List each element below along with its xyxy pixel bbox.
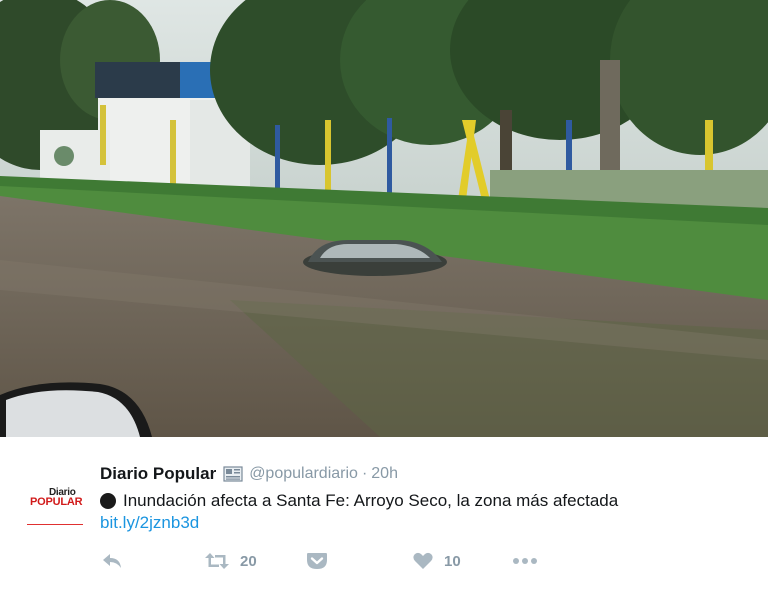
avatar-logo-text: POPULAR [30, 496, 83, 508]
reply-button[interactable] [100, 548, 124, 574]
tweet-link[interactable]: bit.ly/2jznb3d [100, 513, 199, 533]
tweet-header: Diario Popular @populardiario · 20h [100, 463, 398, 485]
reply-icon [103, 554, 121, 568]
retweet-count: 20 [240, 552, 257, 570]
pocket-icon [307, 553, 327, 569]
avatar[interactable]: Diario POPULAR [27, 487, 83, 531]
avatar-rule [27, 524, 83, 525]
tweet-text-line: Inundación afecta a Santa Fe: Arroyo Sec… [100, 489, 618, 513]
retweet-icon [205, 553, 229, 569]
newspaper-icon [223, 466, 243, 482]
like-count: 10 [444, 552, 461, 570]
more-button[interactable] [512, 548, 538, 574]
black-circle-icon [100, 493, 116, 509]
like-button[interactable]: 10 [412, 548, 461, 574]
pocket-button[interactable] [306, 548, 328, 574]
more-icon [513, 558, 537, 564]
header-separator: · [361, 465, 368, 482]
heart-icon [413, 552, 433, 569]
tweet-timestamp[interactable]: 20h [371, 465, 398, 483]
flood-photo-illustration [0, 0, 768, 437]
retweet-button[interactable]: 20 [204, 548, 257, 574]
author-name[interactable]: Diario Popular [100, 464, 216, 484]
tweet-actions: 20 10 [100, 548, 740, 574]
author-handle[interactable]: @populardiario [249, 465, 358, 483]
tweet-photo[interactable] [0, 0, 768, 437]
tweet-text: Inundación afecta a Santa Fe: Arroyo Sec… [123, 491, 619, 510]
